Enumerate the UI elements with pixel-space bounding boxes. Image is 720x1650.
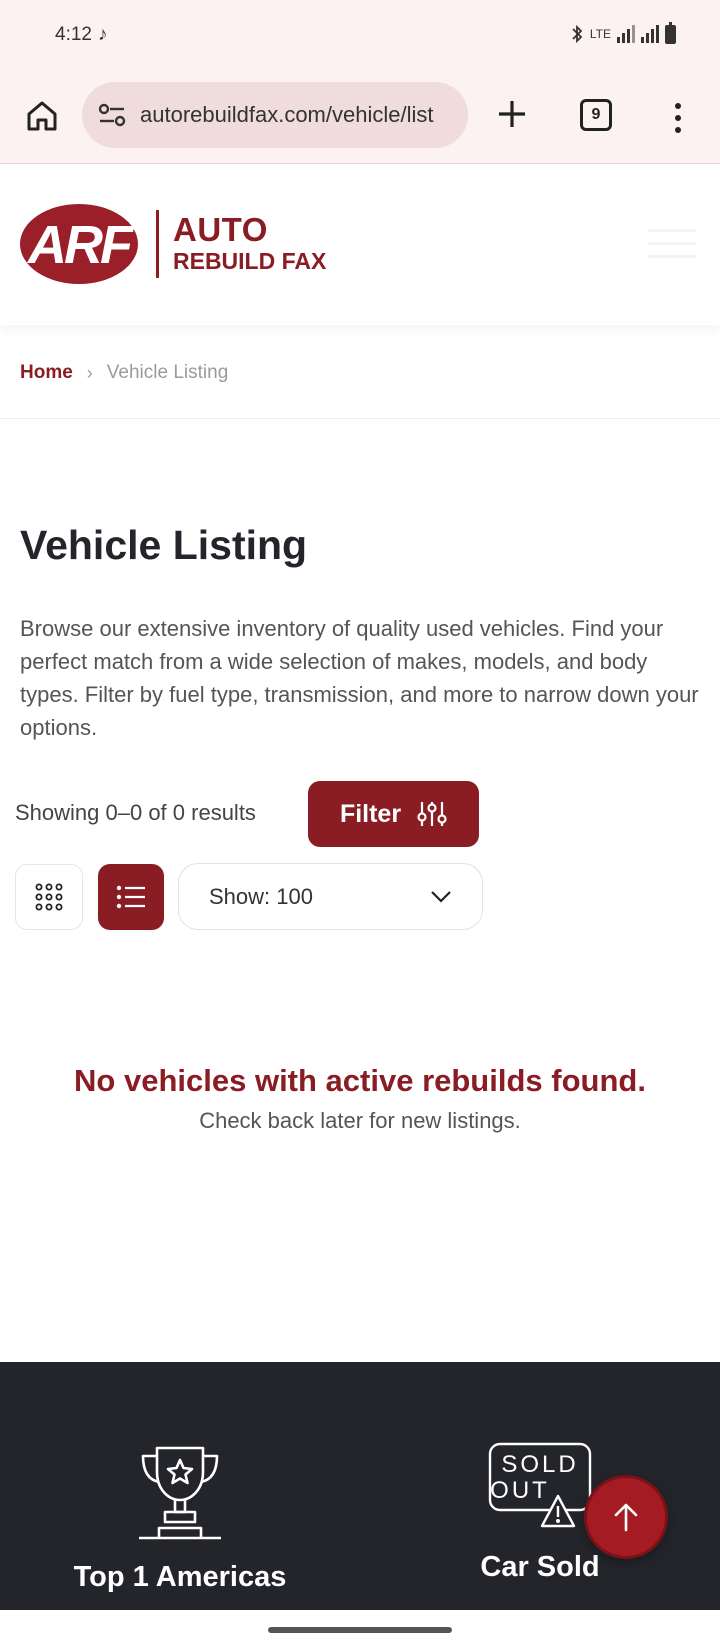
browser-home-button[interactable]: [22, 96, 62, 136]
logo-rebuild-fax: REBUILD FAX: [173, 248, 327, 274]
grid-view-button[interactable]: [15, 864, 83, 930]
gesture-handle[interactable]: [268, 1627, 452, 1633]
show-count-select[interactable]: Show: 100: [178, 863, 483, 930]
list-icon: [116, 885, 145, 909]
empty-state-title: No vehicles with active rebuilds found.: [74, 1063, 646, 1098]
scroll-to-top-button[interactable]: [584, 1475, 668, 1559]
bluetooth-icon: [572, 24, 583, 44]
browser-menu-button[interactable]: [666, 98, 690, 138]
breadcrumb-current: Vehicle Listing: [106, 362, 229, 383]
network-type: LTE: [589, 27, 611, 41]
address-bar[interactable]: autorebuildfax.com/vehicle/list: [82, 82, 468, 148]
filter-label: Filter: [339, 799, 402, 828]
sold-out-icon: SOLD OUT: [488, 1442, 592, 1528]
breadcrumb-divider: [0, 418, 720, 419]
logo-divider: [156, 210, 159, 278]
breadcrumb-home-link[interactable]: Home: [20, 362, 73, 384]
status-time: 4:12: [55, 24, 92, 45]
arrow-up-icon: [614, 1503, 638, 1532]
sliders-icon: [417, 802, 447, 826]
system-navigation-bar: [0, 1610, 720, 1650]
logo-text: AUTO REBUILD FAX: [173, 213, 326, 275]
show-count-value: Show: 100: [209, 883, 313, 909]
chevron-down-icon: [431, 890, 451, 903]
logo-auto: AUTO: [173, 211, 268, 248]
signal-icon-2: [641, 25, 659, 43]
status-bar: 4:12 ♪ LTE: [0, 0, 720, 72]
breadcrumb: Home › Vehicle Listing: [20, 362, 228, 384]
svg-text:ARF: ARF: [26, 215, 135, 275]
arf-logo-mark: ARF: [20, 204, 138, 284]
grid-icon: [35, 883, 63, 911]
empty-state-subtitle: Check back later for new listings.: [199, 1108, 521, 1133]
hamburger-menu-button[interactable]: [648, 229, 696, 258]
svg-text:SOLD: SOLD: [501, 1451, 578, 1478]
stat-label-top-americas: Top 1 Americas: [73, 1561, 287, 1593]
tab-switcher-button[interactable]: 9: [580, 99, 612, 131]
stat-top-americas: Top 1 Americas: [40, 1442, 320, 1594]
site-header: ARF AUTO REBUILD FAX: [0, 165, 720, 325]
list-view-button[interactable]: [98, 864, 164, 930]
plus-icon: [499, 101, 525, 127]
signal-icon: [617, 25, 635, 43]
tiktok-icon: ♪: [98, 24, 108, 45]
chevron-right-icon: ›: [86, 362, 93, 383]
results-count: Showing 0–0 of 0 results: [15, 800, 256, 825]
svg-text:OUT: OUT: [490, 1477, 550, 1504]
browser-toolbar: autorebuildfax.com/vehicle/list 9: [0, 72, 720, 164]
status-indicators: LTE: [570, 21, 676, 44]
page-title: Vehicle Listing: [20, 522, 308, 568]
new-tab-button[interactable]: [492, 94, 532, 134]
filter-button[interactable]: Filter: [308, 781, 479, 847]
battery-icon: [665, 21, 676, 44]
page-description: Browse our extensive inventory of qualit…: [20, 616, 699, 740]
url-text[interactable]: autorebuildfax.com/vehicle/list: [140, 102, 460, 128]
site-settings-icon[interactable]: [98, 103, 126, 127]
site-logo[interactable]: ARF AUTO REBUILD FAX: [20, 203, 326, 285]
trophy-icon: [139, 1446, 221, 1540]
home-icon: [27, 101, 57, 131]
